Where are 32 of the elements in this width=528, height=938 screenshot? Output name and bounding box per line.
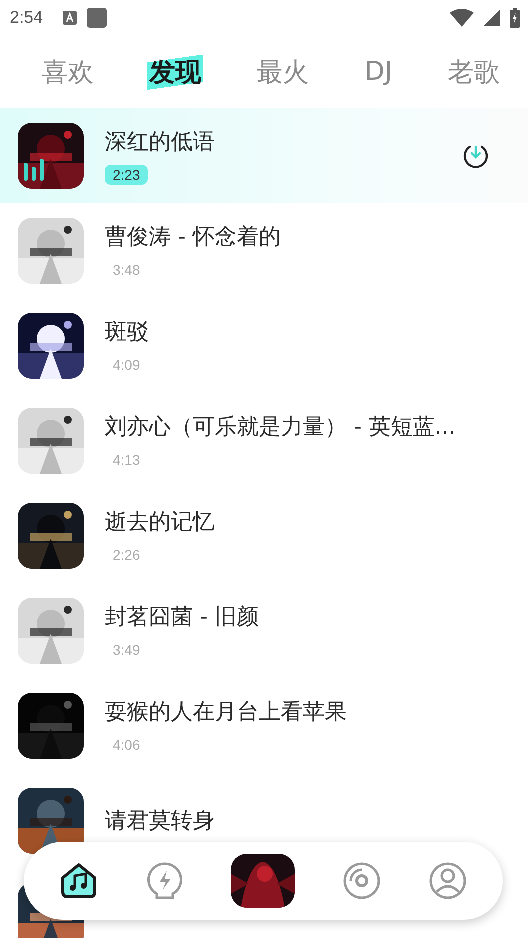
- tab[interactable]: DJ: [362, 57, 394, 87]
- wifi-icon: [450, 9, 474, 27]
- song-title: 逝去的记忆: [105, 508, 215, 536]
- signal-icon: [484, 10, 500, 26]
- song-title: 封茗囧菌 - 旧颜: [105, 604, 259, 632]
- song-duration: 4:13: [112, 450, 142, 470]
- duration-badge: 2:23: [105, 164, 148, 184]
- song-duration: 3:49: [112, 640, 142, 660]
- song-title: 耍猴的人在月台上看苹果: [105, 698, 347, 726]
- status-time: 2:54: [10, 8, 44, 28]
- square-icon: [87, 8, 108, 28]
- song-duration: 2:26: [112, 546, 142, 564]
- song-duration: 4:09: [112, 356, 142, 374]
- song-row-highlight[interactable]: 深红的低语 2:23: [0, 108, 528, 203]
- tab[interactable]: 老歌: [446, 54, 502, 90]
- song-title: 曹俊涛 - 怀念着的: [105, 224, 281, 252]
- song-duration: 3:48: [112, 260, 142, 280]
- home-music-icon[interactable]: [59, 861, 100, 901]
- song-title: 请君莫转身: [105, 808, 215, 836]
- equalizer-icon: [24, 158, 44, 180]
- tab[interactable]: 发现: [147, 54, 204, 90]
- song-title: 刘亦心（可乐就是力量） - 英短蓝...: [105, 414, 456, 442]
- tab[interactable]: 喜欢: [40, 54, 96, 90]
- song-duration: 4:06: [112, 736, 142, 754]
- keyboard-icon: [63, 11, 78, 25]
- tab[interactable]: 最火: [255, 54, 312, 90]
- song-title: 斑驳: [105, 318, 149, 346]
- user-icon[interactable]: [428, 861, 468, 901]
- battery-icon: [510, 8, 520, 28]
- song-title: 深红的低语: [105, 128, 215, 156]
- bolt-bubble-icon[interactable]: [145, 861, 186, 901]
- disc-icon[interactable]: [342, 861, 382, 901]
